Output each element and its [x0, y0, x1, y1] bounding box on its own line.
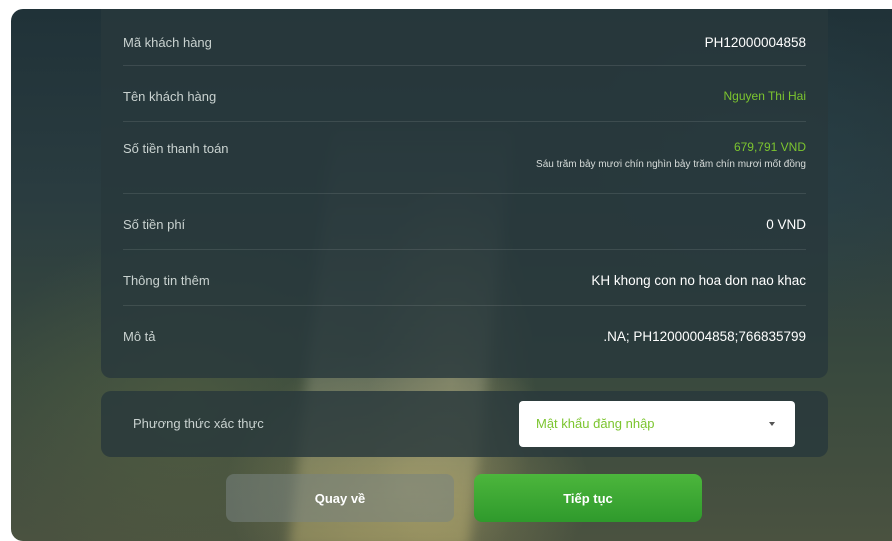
amount-in-words: Sáu trăm bảy mươi chín nghìn bảy trăm ch…: [536, 159, 806, 170]
detail-value: 679,791 VND: [733, 140, 806, 154]
detail-row-customer-code: Mã khách hàng PH12000004858: [123, 9, 806, 66]
detail-label: Tên khách hàng: [123, 89, 217, 104]
detail-value: KH khong con no hoa don nao khac: [591, 273, 806, 288]
chevron-down-icon: [769, 422, 775, 426]
auth-method-card: Phương thức xác thực Mật khẩu đăng nhập: [101, 391, 828, 457]
detail-label: Thông tin thêm: [123, 273, 210, 288]
payment-details-card: Mã khách hàng PH12000004858 Tên khách hà…: [101, 9, 828, 378]
detail-row-customer-name: Tên khách hàng Nguyen Thi Hai: [123, 65, 806, 122]
continue-button[interactable]: Tiếp tục: [474, 474, 702, 522]
detail-value: 0 VND: [766, 217, 806, 232]
detail-label: Mã khách hàng: [123, 35, 212, 50]
detail-row-payment-amount: Số tiền thanh toán 679,791 VND Sáu trăm …: [123, 121, 806, 194]
detail-value: Nguyen Thi Hai: [723, 89, 807, 103]
back-button[interactable]: Quay về: [226, 474, 454, 522]
detail-row-extra-info: Thông tin thêm KH khong con no hoa don n…: [123, 249, 806, 306]
auth-method-selected: Mật khẩu đăng nhập: [536, 416, 655, 431]
detail-value: PH12000004858: [704, 35, 806, 50]
detail-row-fee: Số tiền phí 0 VND: [123, 193, 806, 250]
auth-method-select[interactable]: Mật khẩu đăng nhập: [519, 401, 795, 447]
detail-label: Số tiền phí: [123, 217, 186, 232]
auth-method-label: Phương thức xác thực: [133, 416, 264, 431]
payment-confirmation-screen: Mã khách hàng PH12000004858 Tên khách hà…: [11, 9, 892, 541]
detail-label: Số tiền thanh toán: [123, 141, 229, 156]
detail-row-description: Mô tả .NA; PH12000004858;766835799: [123, 305, 806, 361]
detail-label: Mô tả: [123, 329, 156, 344]
detail-value: .NA; PH12000004858;766835799: [603, 329, 806, 344]
